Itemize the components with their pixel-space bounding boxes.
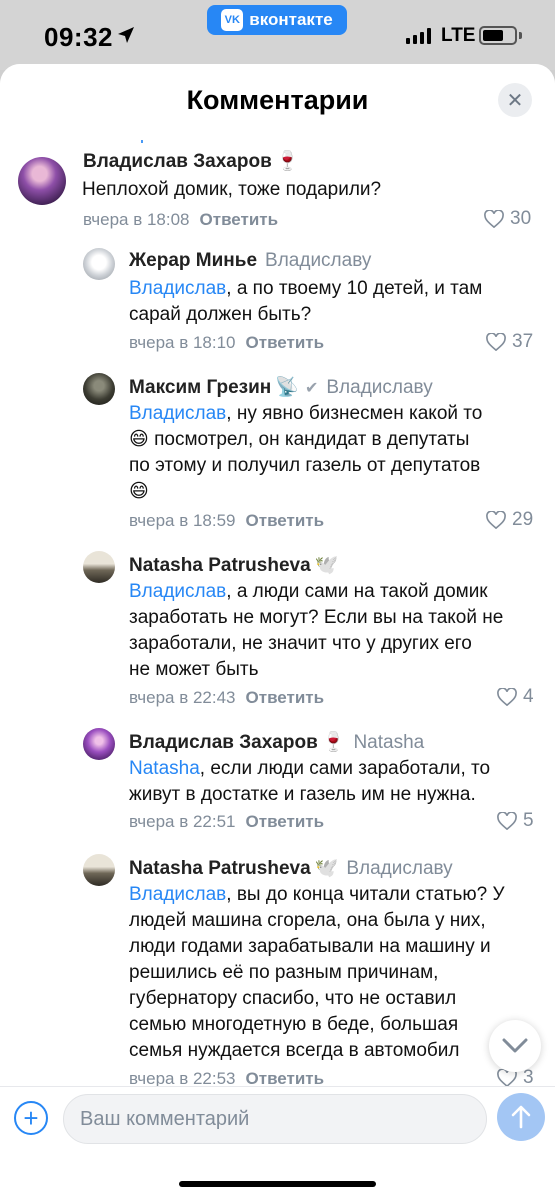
vk-logo-icon: VK <box>221 9 244 31</box>
add-attachment-button[interactable]: + <box>14 1101 48 1135</box>
verified-icon: ✔ <box>304 380 319 397</box>
reply-to: Владиславу <box>265 250 372 271</box>
heart-icon <box>497 812 517 830</box>
close-button[interactable]: ✕ <box>498 83 532 117</box>
mention-link[interactable]: Владислав <box>129 278 226 299</box>
avatar[interactable] <box>83 373 115 405</box>
like-button[interactable]: 5 <box>497 810 534 832</box>
comment-item: Владислав Захаров 🍷 Неплохой домик, тоже … <box>18 151 538 237</box>
comment-author[interactable]: Владислав Захаров 🍷 Natasha <box>129 730 424 754</box>
reply-to: Владиславу <box>346 858 453 879</box>
like-count: 5 <box>523 810 534 831</box>
heart-icon <box>484 210 504 228</box>
comment-meta: вчера в 18:08 Ответить <box>83 210 278 230</box>
avatar[interactable] <box>83 248 115 280</box>
sheet-header: Комментарии ✕ <box>0 64 555 140</box>
comment-time: вчера в 22:51 <box>129 812 236 831</box>
mention-link[interactable]: Natasha <box>129 758 200 779</box>
comment-time: вчера в 18:59 <box>129 511 236 530</box>
avatar[interactable] <box>83 728 115 760</box>
scroll-down-button[interactable] <box>489 1020 541 1072</box>
close-icon: ✕ <box>506 89 524 112</box>
send-button[interactable] <box>497 1093 545 1141</box>
comment-item: Natasha Patrusheva 🕊️ Владиславу Владислав… <box>83 854 538 1094</box>
avatar[interactable] <box>18 157 66 205</box>
plus-icon: + <box>23 1103 39 1133</box>
vk-app-badge-label: вконтакте <box>249 10 333 29</box>
comment-meta: вчера в 22:43 Ответить <box>129 688 324 708</box>
comment-item: Максим Грезин 📡 ✔ Владиславу Владислав, ну … <box>83 373 538 533</box>
comment-input[interactable] <box>80 1095 440 1143</box>
comment-meta: вчера в 22:51 Ответить <box>129 812 324 832</box>
arrow-up-icon <box>511 1105 531 1129</box>
mention-link[interactable]: Владислав <box>129 884 226 905</box>
like-count: 4 <box>523 686 534 707</box>
like-button[interactable]: 30 <box>484 208 531 230</box>
reply-button[interactable]: Ответить <box>246 688 325 707</box>
home-indicator <box>179 1181 376 1187</box>
battery-icon <box>479 26 517 45</box>
location-arrow-icon <box>118 27 134 43</box>
comment-author[interactable]: Жерар Минье Владиславу <box>129 250 371 272</box>
like-count: 29 <box>512 509 534 530</box>
chevron-down-icon <box>502 1038 528 1053</box>
comment-text: Natasha, если люди сами заработали, то жи… <box>129 758 491 805</box>
reply-button[interactable]: Ответить <box>246 333 325 352</box>
heart-icon <box>497 688 517 706</box>
vk-app-badge[interactable]: VK вконтакте <box>207 5 347 35</box>
avatar[interactable] <box>83 854 115 886</box>
heart-icon <box>486 511 506 529</box>
like-button[interactable]: 37 <box>486 331 533 353</box>
battery-tip <box>519 32 522 39</box>
comment-time: вчера в 18:08 <box>83 210 190 229</box>
reply-to: Natasha <box>353 732 425 753</box>
mention-link[interactable]: Владислав <box>129 581 226 602</box>
network-type: LTE <box>441 25 476 46</box>
like-button[interactable]: 29 <box>486 509 533 531</box>
comment-text: Владислав, а люди сами на такой домик зар… <box>129 581 504 680</box>
status-bar: 09:32 VK вконтакте LTE <box>0 0 555 70</box>
comment-author[interactable]: Natasha Patrusheva 🕊️ <box>129 553 338 577</box>
reply-button[interactable]: Ответить <box>200 210 279 229</box>
reply-button[interactable]: Ответить <box>246 812 325 831</box>
comment-item: Natasha Patrusheva 🕊️ Владислав, а люди с… <box>83 551 538 711</box>
mention-link[interactable]: Владислав <box>129 403 226 424</box>
comment-text: Неплохой домик, тоже подарили? <box>82 179 382 200</box>
comment-item: Жерар Минье Владиславу Владислав, а по тв… <box>83 248 538 358</box>
comment-composer: + <box>0 1086 555 1156</box>
comment-text: Владислав, а по твоему 10 детей, и там са… <box>129 278 483 325</box>
comment-text: Владислав, вы до конца читали статью? Ул… <box>129 884 505 1061</box>
comment-author[interactable]: Natasha Patrusheva 🕊️ Владиславу <box>129 856 453 880</box>
status-time: 09:32 <box>44 22 113 52</box>
comment-meta: вчера в 18:10 Ответить <box>129 333 324 353</box>
reply-to: Владиславу <box>326 377 433 398</box>
comment-time: вчера в 18:10 <box>129 333 236 352</box>
heart-icon <box>486 333 506 351</box>
page-title: Комментарии <box>186 85 369 115</box>
comment-meta: вчера в 18:59 Ответить <box>129 511 324 531</box>
comment-text: Владислав, ну явно бизнесмен какой то 😄 п… <box>129 403 483 502</box>
comment-input-box <box>63 1094 539 1144</box>
like-button[interactable]: 4 <box>497 686 534 708</box>
like-count: 37 <box>512 331 534 352</box>
comments-sheet: Комментарии ✕ Сначала интересные Владисл… <box>0 64 555 1200</box>
like-count: 30 <box>510 208 532 229</box>
cellular-signal-icon <box>406 28 431 44</box>
comment-time: вчера в 22:43 <box>129 688 236 707</box>
comment-author[interactable]: Владислав Захаров 🍷 <box>83 149 299 173</box>
comment-author[interactable]: Максим Грезин 📡 ✔ Владиславу <box>129 375 433 399</box>
avatar[interactable] <box>83 551 115 583</box>
reply-button[interactable]: Ответить <box>246 511 325 530</box>
comment-item: Владислав Захаров 🍷 Natasha Natasha, если … <box>83 728 538 838</box>
